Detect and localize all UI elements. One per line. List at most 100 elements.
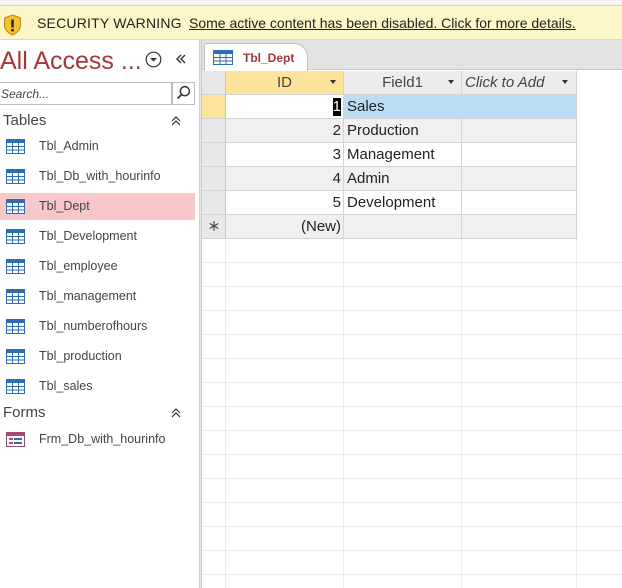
record-selector[interactable] [202,143,226,167]
table-icon [6,139,25,154]
table-icon [6,319,25,334]
table-icon [6,229,25,244]
table-icon [6,349,25,364]
cell-click-to-add[interactable] [462,191,577,215]
cell-field1[interactable]: Sales [344,95,462,119]
record-selector[interactable] [202,215,226,239]
chevron-down-icon[interactable] [448,80,454,84]
nav-item-label: Tbl_employee [39,259,118,273]
nav-item-tbl-numberofhours[interactable]: Tbl_numberofhours [0,313,195,340]
nav-item-tbl-dept[interactable]: Tbl_Dept [0,193,195,220]
tab-tbl-dept[interactable]: Tbl_Dept [204,43,308,71]
nav-search-input[interactable] [0,83,171,104]
select-all-corner[interactable] [202,71,226,95]
record-selector[interactable] [202,167,226,191]
search-icon[interactable] [172,82,195,105]
nav-group-label: Tables [3,112,47,129]
column-header-label: Field1 [382,74,423,91]
nav-item-tbl-db-with-hourinfo[interactable]: Tbl_Db_with_hourinfo [0,163,195,190]
shield-warning-icon [4,14,21,36]
datasheet-header-row: ID Field1 Click to Add [202,71,577,95]
security-warning-details-link[interactable]: Some active content has been disabled. C… [189,15,576,31]
grid-line [576,239,577,588]
nav-item-tbl-admin[interactable]: Tbl_Admin [0,133,195,160]
nav-item-label: Tbl_sales [39,379,93,393]
cell-id[interactable]: 2 [226,119,344,143]
table-icon [6,379,25,394]
security-warning-title: SECURITY WARNING [37,15,182,31]
navigation-pane: All Access ... Tables Tbl_Admin Tbl_Db_w… [0,40,199,588]
nav-group-forms[interactable]: Forms [0,402,195,424]
nav-item-label: Tbl_production [39,349,122,363]
record-selector[interactable] [202,191,226,215]
document-area: Tbl_Dept ID Field1 Click to Add 1 Sales [202,40,622,588]
cell-id-new[interactable]: (New) [226,215,344,239]
grid-line [225,239,226,588]
cell-id[interactable]: 5 [226,191,344,215]
nav-item-label: Tbl_numberofhours [39,319,148,333]
record-selector[interactable] [202,95,226,119]
cell-field1[interactable] [344,215,462,239]
nav-group-label: Forms [3,404,46,421]
datasheet-empty-area [202,239,622,588]
nav-item-frm-db-with-hourinfo[interactable]: Frm_Db_with_hourinfo [0,426,195,453]
cell-click-to-add[interactable] [462,143,577,167]
grid-line [343,239,344,588]
column-header-label: Click to Add [465,74,545,91]
chevron-down-icon[interactable] [330,80,336,84]
nav-item-tbl-sales[interactable]: Tbl_sales [0,373,195,400]
nav-item-label: Tbl_Dept [39,199,90,213]
new-record-row[interactable]: (New) [202,215,577,239]
chevron-double-up-icon [171,116,181,126]
document-tab-strip: Tbl_Dept [202,40,622,71]
cell-click-to-add[interactable] [462,119,577,143]
nav-item-label: Tbl_Admin [39,139,99,153]
security-warning-bar: SECURITY WARNING Some active content has… [0,6,622,40]
table-icon [6,199,25,214]
nav-item-label: Tbl_management [39,289,137,303]
column-header-id[interactable]: ID [226,71,344,95]
cell-field1[interactable]: Development [344,191,462,215]
nav-item-tbl-employee[interactable]: Tbl_employee [0,253,195,280]
cell-id[interactable]: 1 [226,95,344,119]
cell-click-to-add[interactable] [462,215,577,239]
cell-id[interactable]: 4 [226,167,344,191]
table-icon [6,289,25,304]
chevron-double-up-icon [171,408,181,418]
table-icon [213,50,233,65]
grid-line [461,239,462,588]
nav-item-tbl-production[interactable]: Tbl_production [0,343,195,370]
nav-item-label: Tbl_Db_with_hourinfo [39,169,161,183]
form-icon [6,432,25,447]
shutter-bar-collapse-icon[interactable] [174,51,188,67]
table-row[interactable]: 3 Management [202,143,577,167]
table-row[interactable]: 1 Sales [202,95,577,119]
nav-item-tbl-management[interactable]: Tbl_management [0,283,195,310]
table-row[interactable]: 5 Development [202,191,577,215]
chevron-down-icon[interactable] [562,80,568,84]
nav-group-tables[interactable]: Tables [0,110,195,132]
record-selector[interactable] [202,119,226,143]
search-box [0,82,172,105]
column-header-click-to-add[interactable]: Click to Add [462,71,577,95]
table-row[interactable]: 4 Admin [202,167,577,191]
cell-field1[interactable]: Admin [344,167,462,191]
cell-field1[interactable]: Management [344,143,462,167]
navigation-pane-title[interactable]: All Access ... [0,47,142,76]
cell-id[interactable]: 3 [226,143,344,167]
cell-click-to-add[interactable] [462,167,577,191]
nav-item-label: Frm_Db_with_hourinfo [39,432,166,446]
column-header-field1[interactable]: Field1 [344,71,462,95]
nav-item-tbl-development[interactable]: Tbl_Development [0,223,195,250]
column-header-label: ID [277,74,292,91]
cell-field1[interactable]: Production [344,119,462,143]
new-record-asterisk-icon [209,221,219,231]
cell-id-value: 1 [332,98,341,116]
table-icon [6,169,25,184]
nav-item-label: Tbl_Development [39,229,137,243]
cell-click-to-add[interactable] [462,95,577,119]
tab-label: Tbl_Dept [243,51,295,65]
table-row[interactable]: 2 Production [202,119,577,143]
table-icon [6,259,25,274]
nav-menu-dropdown-icon[interactable] [145,51,162,68]
